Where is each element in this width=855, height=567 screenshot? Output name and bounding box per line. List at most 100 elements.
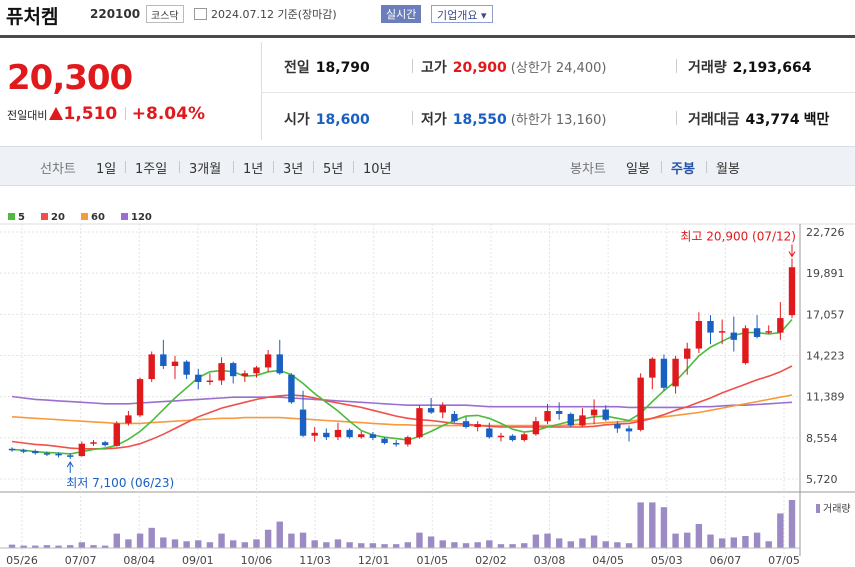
candle-body [451, 413, 458, 422]
candle-body [788, 267, 796, 316]
volume-bar [160, 537, 167, 548]
volume-bar [439, 540, 446, 548]
moving-averages [11, 318, 793, 455]
candle-body [427, 408, 435, 413]
candle-body [660, 358, 668, 388]
volume-bar [544, 533, 551, 548]
price-change: 전일대비 1,510 +8.04% [7, 104, 205, 124]
open-price: 시가 18,600 [284, 109, 370, 129]
volume-bar [730, 537, 737, 548]
volume-bar [125, 539, 132, 548]
candle-body [416, 408, 423, 438]
candle-body [346, 429, 353, 438]
company-overview-dropdown[interactable]: 기업개요 ▾ [431, 5, 493, 23]
legend-swatch [41, 213, 48, 220]
candle-body [579, 415, 586, 426]
candle-body [439, 405, 446, 413]
upper-limit: (상한가 24,400) [510, 61, 607, 76]
candle-monthly[interactable]: 월봉 [716, 158, 740, 177]
candle-body [544, 411, 551, 422]
x-tick-label: 07/07 [65, 554, 97, 567]
candle-body [404, 437, 412, 445]
volume-bar [660, 507, 668, 548]
period-3y[interactable]: 3년 [283, 158, 303, 177]
divider [676, 111, 677, 125]
divider [661, 161, 662, 173]
candle-body [32, 450, 39, 454]
lower-limit: (하한가 13,160) [510, 113, 607, 128]
divider [412, 111, 413, 125]
volume-bar [183, 541, 190, 548]
open-value: 18,600 [315, 112, 370, 128]
prev-close-label: 전일 [284, 60, 310, 76]
candle-body [509, 435, 516, 441]
volume-bar [625, 543, 633, 548]
candle-body [218, 363, 225, 381]
legend-swatch [121, 213, 128, 220]
header-divider [0, 35, 855, 38]
candle-body [67, 455, 74, 457]
candle-daily[interactable]: 일봉 [626, 158, 650, 177]
candle-body [567, 413, 575, 426]
ma120-line [11, 395, 793, 409]
quote-date-text: 2024.07.12 기준(장마감) [211, 8, 337, 21]
volume-bar [497, 544, 505, 548]
divider [313, 161, 314, 173]
prev-close-value: 18,790 [315, 60, 370, 76]
candlesticks [8, 258, 796, 459]
period-5y[interactable]: 5년 [323, 158, 343, 177]
stock-code: 220100 [90, 7, 141, 21]
period-10y[interactable]: 10년 [363, 158, 392, 177]
chart-legend: 5 20 60 120 [8, 212, 152, 223]
volume-bar [718, 538, 726, 548]
volume-bar [567, 541, 575, 548]
low-label: 저가 [421, 112, 447, 128]
period-3m[interactable]: 3개월 [189, 158, 221, 177]
high-value: 20,900 [452, 60, 507, 76]
candle-body [264, 354, 272, 368]
realtime-button[interactable]: 실시간 [381, 5, 422, 23]
candle-weekly[interactable]: 주봉 [671, 158, 695, 177]
candle-body [672, 358, 679, 387]
y-tick-label: 22,726 [806, 226, 845, 239]
candle-body [474, 424, 481, 428]
volume-bar [358, 543, 365, 548]
up-triangle-icon [49, 107, 64, 120]
high-price: 고가 20,900 (상한가 24,400) [421, 57, 606, 77]
volume-bar [404, 542, 412, 548]
candle-body [183, 361, 190, 375]
volume-bar [590, 535, 598, 548]
candle-body [753, 328, 761, 337]
period-1d[interactable]: 1일 [96, 158, 116, 177]
volume-bar [555, 538, 563, 548]
volume-bar [753, 532, 761, 548]
volume-bar [369, 543, 377, 548]
period-1y[interactable]: 1년 [243, 158, 263, 177]
candle-body [625, 428, 633, 432]
chart-toolbar: 선차트 1일 1주일 3개월 1년 3년 5년 10년 봉차트 일봉 주봉 월봉 [0, 146, 855, 186]
low-annotation: 최저 7,100 (06/23) [66, 476, 174, 490]
period-1w[interactable]: 1주일 [135, 158, 167, 177]
volume-bar [346, 542, 353, 548]
ma5-line [11, 318, 793, 455]
candle-body [358, 434, 365, 438]
x-tick-label: 09/01 [182, 554, 214, 567]
volume-value: 2,193,664 [732, 60, 812, 76]
volume: 거래량 2,193,664 [688, 57, 811, 77]
prev-close: 전일 18,790 [284, 57, 370, 77]
x-tick-label: 12/01 [358, 554, 390, 567]
candle-body [765, 331, 772, 333]
volume-bar [579, 538, 586, 548]
volume-bar [684, 532, 691, 548]
legend-swatch [81, 213, 88, 220]
volume-bar [672, 533, 679, 548]
current-price: 20,300 [7, 58, 133, 98]
legend-label: 20 [51, 212, 65, 223]
legend-label: 120 [131, 212, 152, 223]
x-tick-label: 04/05 [592, 554, 624, 567]
high-annotation: 최고 20,900 (07/12) [680, 230, 796, 244]
chart-annotations: 최고 20,900 (07/12) 최저 7,100 (06/23) [66, 230, 796, 490]
y-tick-label: 19,891 [806, 267, 845, 280]
volume-bar [509, 544, 516, 548]
volume-bar [78, 542, 86, 548]
